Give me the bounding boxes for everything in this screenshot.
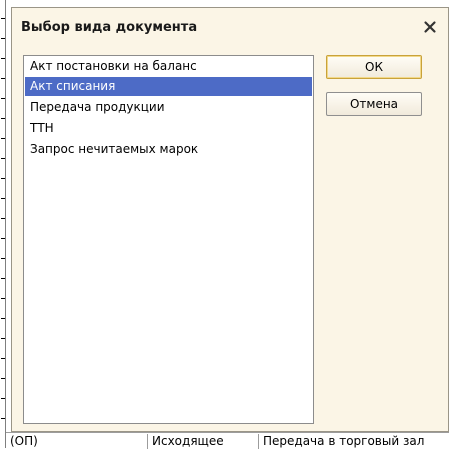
background-divider (1, 398, 5, 399)
background-table-cell: Передача в торговый зал (258, 434, 449, 449)
list-item[interactable]: Запрос нечитаемых марок (25, 140, 312, 159)
document-type-list[interactable]: Акт постановки на баланс Акт списания Пе… (23, 55, 314, 424)
background-divider (1, 38, 5, 39)
background-divider (1, 238, 5, 239)
background-divider (1, 298, 5, 299)
background-window-border (5, 0, 6, 448)
list-item[interactable]: Передача продукции (25, 98, 312, 117)
document-type-dialog: Выбор вида документа Акт постановки на б… (11, 7, 449, 432)
list-item-selected[interactable]: Акт списания (25, 77, 312, 96)
background-divider (1, 58, 5, 59)
ok-button[interactable]: ОК (326, 55, 422, 79)
cancel-button[interactable]: Отмена (326, 92, 422, 116)
list-item[interactable]: Акт постановки на баланс (25, 57, 312, 76)
background-divider (1, 18, 5, 19)
background-table-cell: Исходящее (147, 434, 258, 449)
list-item[interactable]: ТТН (25, 119, 312, 138)
background-divider (1, 258, 5, 259)
background-divider (1, 178, 5, 179)
background-table-row[interactable]: (ОП) Исходящее Передача в торговый зал (6, 432, 449, 449)
background-divider (1, 358, 5, 359)
background-divider (1, 318, 5, 319)
background-divider (1, 98, 5, 99)
background-divider (1, 378, 5, 379)
background-divider (1, 78, 5, 79)
dialog-titlebar[interactable]: Выбор вида документа (12, 8, 448, 46)
dialog-title: Выбор вида документа (21, 20, 198, 35)
close-icon[interactable] (422, 19, 438, 35)
background-divider (1, 198, 5, 199)
background-divider (1, 218, 5, 219)
background-divider (1, 278, 5, 279)
background-divider (1, 158, 5, 159)
background-divider (1, 118, 5, 119)
background-divider (1, 338, 5, 339)
background-table-cell: (ОП) (10, 434, 38, 448)
background-divider (1, 138, 5, 139)
background-divider (1, 418, 5, 419)
